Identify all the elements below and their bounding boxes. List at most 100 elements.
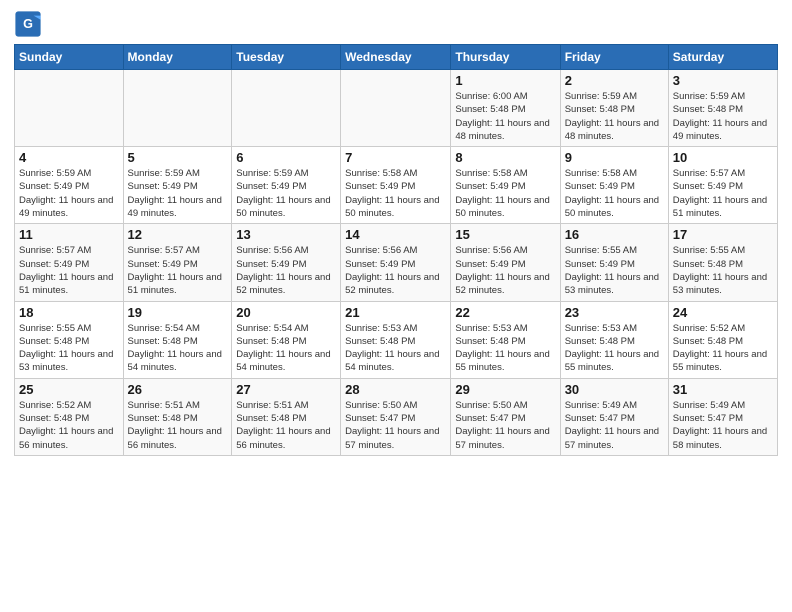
- calendar-cell-2-4: 7 Sunrise: 5:58 AM Sunset: 5:49 PM Daylig…: [341, 147, 451, 224]
- calendar-cell-4-2: 19 Sunrise: 5:54 AM Sunset: 5:48 PM Dayli…: [123, 301, 232, 378]
- day-number: 25: [19, 382, 119, 397]
- calendar-cell-1-4: [341, 70, 451, 147]
- day-info: Sunrise: 5:51 AM Sunset: 5:48 PM Dayligh…: [128, 399, 228, 452]
- day-info: Sunrise: 5:53 AM Sunset: 5:48 PM Dayligh…: [565, 322, 664, 375]
- day-number: 16: [565, 227, 664, 242]
- day-number: 23: [565, 305, 664, 320]
- day-number: 15: [455, 227, 555, 242]
- day-number: 8: [455, 150, 555, 165]
- calendar-cell-3-3: 13 Sunrise: 5:56 AM Sunset: 5:49 PM Dayli…: [232, 224, 341, 301]
- day-number: 29: [455, 382, 555, 397]
- calendar-cell-5-7: 31Sunrise: 5:49 AM Sunset: 5:47 PM Dayli…: [668, 378, 777, 455]
- day-number: 5: [128, 150, 228, 165]
- day-info: Sunrise: 6:00 AM Sunset: 5:48 PM Dayligh…: [455, 90, 555, 143]
- day-info: Sunrise: 5:59 AM Sunset: 5:49 PM Dayligh…: [19, 167, 119, 220]
- logo-icon: G: [14, 10, 42, 38]
- day-info: Sunrise: 5:59 AM Sunset: 5:49 PM Dayligh…: [236, 167, 336, 220]
- calendar-cell-1-7: 3 Sunrise: 5:59 AM Sunset: 5:48 PM Daylig…: [668, 70, 777, 147]
- day-info: Sunrise: 5:59 AM Sunset: 5:48 PM Dayligh…: [565, 90, 664, 143]
- day-info: Sunrise: 5:53 AM Sunset: 5:48 PM Dayligh…: [455, 322, 555, 375]
- calendar-cell-3-4: 14Sunrise: 5:56 AM Sunset: 5:49 PM Dayli…: [341, 224, 451, 301]
- calendar-cell-2-6: 9 Sunrise: 5:58 AM Sunset: 5:49 PM Daylig…: [560, 147, 668, 224]
- day-number: 7: [345, 150, 446, 165]
- day-number: 3: [673, 73, 773, 88]
- day-info: Sunrise: 5:51 AM Sunset: 5:48 PM Dayligh…: [236, 399, 336, 452]
- weekday-header-monday: Monday: [123, 45, 232, 70]
- calendar-cell-1-5: 1 Sunrise: 6:00 AM Sunset: 5:48 PM Daylig…: [451, 70, 560, 147]
- calendar-cell-4-6: 23 Sunrise: 5:53 AM Sunset: 5:48 PM Dayli…: [560, 301, 668, 378]
- day-info: Sunrise: 5:59 AM Sunset: 5:49 PM Dayligh…: [128, 167, 228, 220]
- calendar-week-3: 11 Sunrise: 5:57 AM Sunset: 5:49 PM Dayli…: [15, 224, 778, 301]
- day-number: 21: [345, 305, 446, 320]
- calendar-cell-2-5: 8 Sunrise: 5:58 AM Sunset: 5:49 PM Daylig…: [451, 147, 560, 224]
- day-info: Sunrise: 5:50 AM Sunset: 5:47 PM Dayligh…: [455, 399, 555, 452]
- weekday-header-sunday: Sunday: [15, 45, 124, 70]
- day-info: Sunrise: 5:54 AM Sunset: 5:48 PM Dayligh…: [236, 322, 336, 375]
- calendar-cell-4-4: 21 Sunrise: 5:53 AM Sunset: 5:48 PM Dayli…: [341, 301, 451, 378]
- calendar-cell-1-6: 2 Sunrise: 5:59 AM Sunset: 5:48 PM Daylig…: [560, 70, 668, 147]
- day-info: Sunrise: 5:55 AM Sunset: 5:48 PM Dayligh…: [19, 322, 119, 375]
- calendar-cell-1-3: [232, 70, 341, 147]
- day-info: Sunrise: 5:58 AM Sunset: 5:49 PM Dayligh…: [455, 167, 555, 220]
- calendar-week-4: 18 Sunrise: 5:55 AM Sunset: 5:48 PM Dayli…: [15, 301, 778, 378]
- day-number: 9: [565, 150, 664, 165]
- day-info: Sunrise: 5:54 AM Sunset: 5:48 PM Dayligh…: [128, 322, 228, 375]
- day-info: Sunrise: 5:56 AM Sunset: 5:49 PM Dayligh…: [455, 244, 555, 297]
- calendar-body: 1 Sunrise: 6:00 AM Sunset: 5:48 PM Daylig…: [15, 70, 778, 456]
- calendar-cell-4-1: 18 Sunrise: 5:55 AM Sunset: 5:48 PM Dayli…: [15, 301, 124, 378]
- day-number: 28: [345, 382, 446, 397]
- weekday-header-wednesday: Wednesday: [341, 45, 451, 70]
- logo: G: [14, 10, 46, 38]
- calendar-cell-5-3: 27Sunrise: 5:51 AM Sunset: 5:48 PM Dayli…: [232, 378, 341, 455]
- calendar-cell-5-4: 28 Sunrise: 5:50 AM Sunset: 5:47 PM Dayli…: [341, 378, 451, 455]
- calendar-week-1: 1 Sunrise: 6:00 AM Sunset: 5:48 PM Daylig…: [15, 70, 778, 147]
- weekday-header-friday: Friday: [560, 45, 668, 70]
- calendar-cell-5-5: 29 Sunrise: 5:50 AM Sunset: 5:47 PM Dayli…: [451, 378, 560, 455]
- weekday-header-row: SundayMondayTuesdayWednesdayThursdayFrid…: [15, 45, 778, 70]
- day-info: Sunrise: 5:58 AM Sunset: 5:49 PM Dayligh…: [345, 167, 446, 220]
- calendar-cell-4-5: 22 Sunrise: 5:53 AM Sunset: 5:48 PM Dayli…: [451, 301, 560, 378]
- calendar-cell-5-1: 25 Sunrise: 5:52 AM Sunset: 5:48 PM Dayli…: [15, 378, 124, 455]
- day-number: 10: [673, 150, 773, 165]
- day-number: 14: [345, 227, 446, 242]
- calendar-cell-2-3: 6 Sunrise: 5:59 AM Sunset: 5:49 PM Daylig…: [232, 147, 341, 224]
- day-number: 2: [565, 73, 664, 88]
- day-info: Sunrise: 5:57 AM Sunset: 5:49 PM Dayligh…: [128, 244, 228, 297]
- day-number: 20: [236, 305, 336, 320]
- calendar-table: SundayMondayTuesdayWednesdayThursdayFrid…: [14, 44, 778, 456]
- day-info: Sunrise: 5:55 AM Sunset: 5:48 PM Dayligh…: [673, 244, 773, 297]
- day-info: Sunrise: 5:53 AM Sunset: 5:48 PM Dayligh…: [345, 322, 446, 375]
- day-number: 31: [673, 382, 773, 397]
- calendar-cell-3-5: 15 Sunrise: 5:56 AM Sunset: 5:49 PM Dayli…: [451, 224, 560, 301]
- day-number: 24: [673, 305, 773, 320]
- day-info: Sunrise: 5:50 AM Sunset: 5:47 PM Dayligh…: [345, 399, 446, 452]
- calendar-cell-2-7: 10 Sunrise: 5:57 AM Sunset: 5:49 PM Dayli…: [668, 147, 777, 224]
- calendar-cell-5-6: 30Sunrise: 5:49 AM Sunset: 5:47 PM Dayli…: [560, 378, 668, 455]
- day-info: Sunrise: 5:56 AM Sunset: 5:49 PM Dayligh…: [236, 244, 336, 297]
- day-info: Sunrise: 5:49 AM Sunset: 5:47 PM Dayligh…: [565, 399, 664, 452]
- day-info: Sunrise: 5:58 AM Sunset: 5:49 PM Dayligh…: [565, 167, 664, 220]
- day-number: 1: [455, 73, 555, 88]
- day-number: 19: [128, 305, 228, 320]
- page-container: G SundayMondayTuesdayWednesdayThursdayFr…: [0, 0, 792, 466]
- day-info: Sunrise: 5:59 AM Sunset: 5:48 PM Dayligh…: [673, 90, 773, 143]
- calendar-cell-5-2: 26 Sunrise: 5:51 AM Sunset: 5:48 PM Dayli…: [123, 378, 232, 455]
- calendar-cell-4-3: 20 Sunrise: 5:54 AM Sunset: 5:48 PM Dayli…: [232, 301, 341, 378]
- day-number: 22: [455, 305, 555, 320]
- calendar-cell-2-1: 4Sunrise: 5:59 AM Sunset: 5:49 PM Daylig…: [15, 147, 124, 224]
- calendar-header: SundayMondayTuesdayWednesdayThursdayFrid…: [15, 45, 778, 70]
- calendar-week-5: 25 Sunrise: 5:52 AM Sunset: 5:48 PM Dayli…: [15, 378, 778, 455]
- day-info: Sunrise: 5:57 AM Sunset: 5:49 PM Dayligh…: [673, 167, 773, 220]
- day-info: Sunrise: 5:52 AM Sunset: 5:48 PM Dayligh…: [673, 322, 773, 375]
- day-number: 26: [128, 382, 228, 397]
- day-info: Sunrise: 5:55 AM Sunset: 5:49 PM Dayligh…: [565, 244, 664, 297]
- day-number: 6: [236, 150, 336, 165]
- day-info: Sunrise: 5:52 AM Sunset: 5:48 PM Dayligh…: [19, 399, 119, 452]
- day-number: 18: [19, 305, 119, 320]
- svg-text:G: G: [23, 17, 33, 31]
- day-info: Sunrise: 5:57 AM Sunset: 5:49 PM Dayligh…: [19, 244, 119, 297]
- day-number: 13: [236, 227, 336, 242]
- day-number: 11: [19, 227, 119, 242]
- day-number: 17: [673, 227, 773, 242]
- calendar-cell-3-1: 11 Sunrise: 5:57 AM Sunset: 5:49 PM Dayli…: [15, 224, 124, 301]
